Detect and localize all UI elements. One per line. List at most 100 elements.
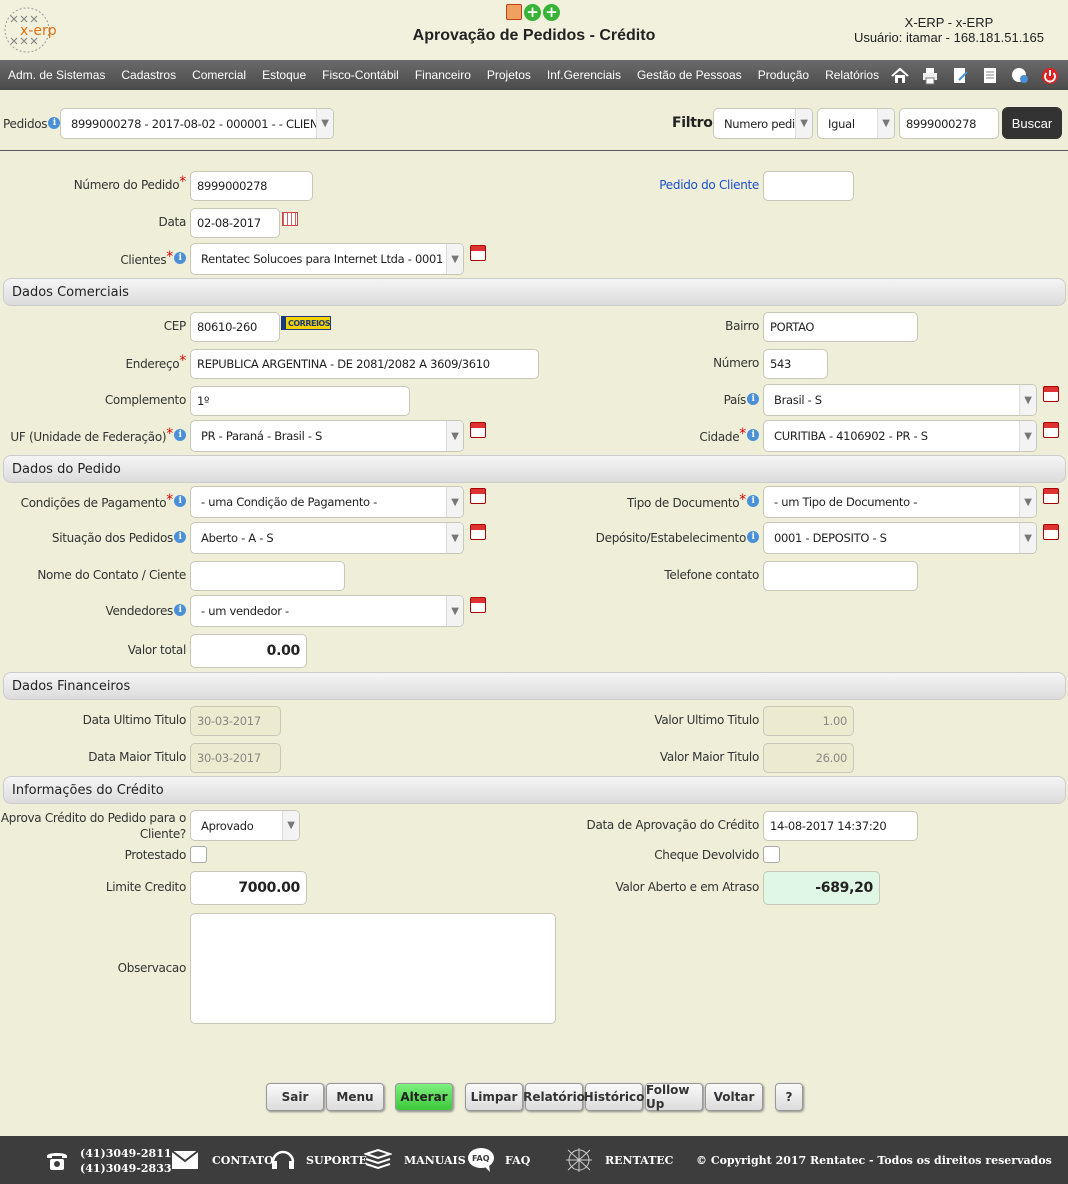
valor-total-input[interactable]: 0.00 [190,634,307,668]
info-icon[interactable]: i [747,495,759,507]
calendar-add-icon[interactable] [470,524,486,540]
phone-1: (41)3049-2811 [80,1147,172,1160]
search-button[interactable]: Buscar [1002,107,1062,139]
menu-item[interactable]: Fisco-Contábil [314,68,407,82]
menu-item[interactable]: Financeiro [407,68,479,82]
help-globe-icon[interactable] [1010,66,1030,85]
deposito-select[interactable]: 0001 - DEPOSITO - S ▼ [763,522,1037,554]
pedidos-select[interactable]: 8999000278 - 2017-08-02 - 000001 - - CLI… [60,108,334,139]
calendar-add-icon[interactable] [470,245,486,261]
menu-item[interactable]: Gestão de Pessoas [629,68,750,82]
chevron-down-icon: ▼ [446,421,463,451]
cheque-checkbox[interactable] [763,846,780,863]
limite-input[interactable]: 7000.00 [190,871,307,905]
situacao-select[interactable]: Aberto - A - S ▼ [190,522,464,554]
chevron-down-icon: ▼ [1019,523,1036,553]
obs-textarea[interactable] [190,913,556,1024]
info-icon[interactable]: i [747,531,759,543]
document-icon[interactable] [980,66,1000,85]
info-icon[interactable]: i [747,429,759,441]
calendar-add-icon[interactable] [470,422,486,438]
faq-link[interactable]: FAQ [505,1154,530,1167]
data-aprov-input[interactable]: 14-08-2017 14:37:20 [763,811,918,841]
data-input[interactable]: 02-08-2017 [190,208,280,238]
info-icon[interactable]: i [174,429,186,441]
cep-input[interactable]: 80610-260 [190,312,280,342]
filter-field-select[interactable]: Numero pedi ▼ [713,108,813,139]
relatorio-button[interactable]: Relatório [523,1083,585,1111]
limpar-button[interactable]: Limpar [465,1083,523,1111]
menu-item[interactable]: Relatórios [817,68,887,82]
power-icon[interactable] [1040,66,1060,85]
sair-button[interactable]: Sair [266,1083,324,1111]
numero-input[interactable]: 543 [763,349,828,379]
endereco-input[interactable]: REPUBLICA ARGENTINA - DE 2081/2082 A 360… [190,349,539,379]
tipo-documento-select[interactable]: - um Tipo de Documento - ▼ [763,486,1037,518]
help-button[interactable]: ? [775,1083,803,1111]
valor-ultimo-label: Valor Ultimo Titulo [654,713,759,727]
edit-doc-icon[interactable] [950,66,970,85]
calendar-icon[interactable] [282,212,298,226]
calendar-add-icon[interactable] [470,488,486,504]
valor-ultimo-input: 1.00 [763,706,854,736]
vendedores-select[interactable]: - um vendedor - ▼ [190,595,464,627]
filter-value-input[interactable]: 8999000278 [899,108,999,139]
chevron-down-icon: ▼ [795,109,812,138]
menu-item[interactable]: Adm. de Sistemas [0,68,113,82]
menu-item[interactable]: Produção [750,68,817,82]
info-icon[interactable]: i [174,495,186,507]
cond-pagamento-select[interactable]: - uma Condição de Pagamento - ▼ [190,486,464,518]
pedido-cliente-input[interactable] [763,171,854,201]
info-icon[interactable]: i [174,531,186,543]
calendar-add-icon[interactable] [1043,422,1059,438]
section-dados-pedido: Dados do Pedido [3,455,1066,483]
menu-item[interactable]: Projetos [479,68,539,82]
menu-item[interactable]: Estoque [254,68,314,82]
add-icon[interactable]: + [543,4,560,21]
calendar-add-icon[interactable] [470,597,486,613]
protestado-checkbox[interactable] [190,846,207,863]
contato-input[interactable] [190,561,345,591]
complemento-input[interactable]: 1º [190,386,410,416]
calendar-add-icon[interactable] [1043,488,1059,504]
limite-label: Limite Credito [105,880,186,894]
add-icon[interactable]: + [524,4,541,21]
clientes-select[interactable]: Rentatec Solucoes para Internet Ltda - 0… [190,243,464,275]
contato-label: Nome do Contato / Ciente [37,568,186,582]
pais-select[interactable]: Brasil - S ▼ [763,384,1037,416]
aprova-select[interactable]: Aprovado ▼ [190,810,300,841]
chevron-down-icon: ▼ [282,811,299,840]
numero-label: Número [713,356,759,370]
rentatec-link[interactable]: RENTATEC [605,1154,673,1167]
cidade-select[interactable]: CURITIBA - 4106902 - PR - S ▼ [763,420,1037,452]
numero-pedido-input[interactable]: 8999000278 [190,171,313,201]
print-icon[interactable] [920,66,940,85]
home-icon[interactable] [890,66,910,85]
pedido-cliente-label[interactable]: Pedido do Cliente [659,178,759,192]
historico-button[interactable]: Histórico [584,1083,644,1111]
menu-item[interactable]: Comercial [184,68,254,82]
correios-icon[interactable]: CORREIOS [281,316,331,330]
follow-up-button[interactable]: Follow Up [645,1083,703,1111]
info-icon[interactable]: i [174,252,186,264]
calendar-add-icon[interactable] [1043,386,1059,402]
protestado-label: Protestado [124,848,187,862]
voltar-button[interactable]: Voltar [705,1083,763,1111]
suporte-link[interactable]: SUPORTE [306,1154,367,1167]
menu-item[interactable]: Cadastros [113,68,184,82]
menu-button[interactable]: Menu [326,1083,384,1111]
chevron-down-icon: ▼ [446,487,463,517]
filter-operator-select[interactable]: Igual ▼ [817,108,895,139]
uf-select[interactable]: PR - Paraná - Brasil - S ▼ [190,420,464,452]
telefone-input[interactable] [763,561,918,591]
calendar-add-icon[interactable] [1043,524,1059,540]
bairro-input[interactable]: PORTAO [763,312,918,342]
info-icon[interactable]: i [747,393,759,405]
alterar-button[interactable]: Alterar [395,1083,453,1111]
menu-item[interactable]: Inf.Gerenciais [539,68,629,82]
info-icon[interactable]: i [48,117,61,129]
contato-link[interactable]: CONTATO [212,1154,274,1167]
report-icon[interactable] [506,4,522,20]
manuais-link[interactable]: MANUAIS [404,1154,466,1167]
info-icon[interactable]: i [174,604,186,616]
